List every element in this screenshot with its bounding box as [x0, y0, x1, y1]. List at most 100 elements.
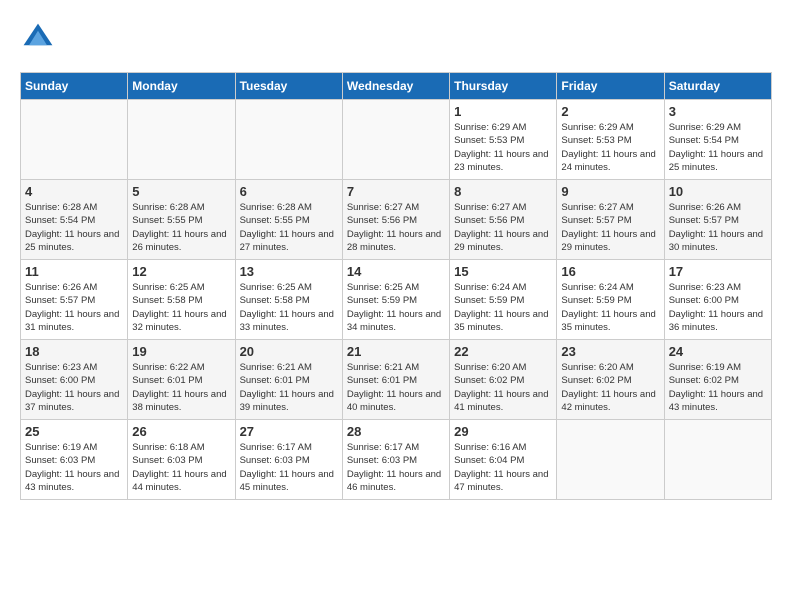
calendar-week-4: 25 Sunrise: 6:19 AMSunset: 6:03 PMDayligh… [21, 420, 772, 500]
page-header [20, 20, 772, 56]
day-info: Sunrise: 6:25 AMSunset: 5:59 PMDaylight:… [347, 281, 445, 334]
calendar-cell: 17 Sunrise: 6:23 AMSunset: 6:00 PMDayligh… [664, 260, 771, 340]
column-header-wednesday: Wednesday [342, 73, 449, 100]
calendar-cell [235, 100, 342, 180]
day-number: 26 [132, 424, 230, 439]
logo [20, 20, 62, 56]
day-info: Sunrise: 6:20 AMSunset: 6:02 PMDaylight:… [561, 361, 659, 414]
day-number: 28 [347, 424, 445, 439]
day-number: 17 [669, 264, 767, 279]
day-number: 3 [669, 104, 767, 119]
day-number: 9 [561, 184, 659, 199]
day-number: 25 [25, 424, 123, 439]
calendar-cell: 4 Sunrise: 6:28 AMSunset: 5:54 PMDaylight… [21, 180, 128, 260]
day-info: Sunrise: 6:20 AMSunset: 6:02 PMDaylight:… [454, 361, 552, 414]
calendar-cell: 28 Sunrise: 6:17 AMSunset: 6:03 PMDayligh… [342, 420, 449, 500]
day-number: 4 [25, 184, 123, 199]
day-info: Sunrise: 6:24 AMSunset: 5:59 PMDaylight:… [454, 281, 552, 334]
calendar-cell: 5 Sunrise: 6:28 AMSunset: 5:55 PMDaylight… [128, 180, 235, 260]
day-info: Sunrise: 6:27 AMSunset: 5:56 PMDaylight:… [347, 201, 445, 254]
day-info: Sunrise: 6:26 AMSunset: 5:57 PMDaylight:… [25, 281, 123, 334]
column-header-monday: Monday [128, 73, 235, 100]
day-info: Sunrise: 6:21 AMSunset: 6:01 PMDaylight:… [240, 361, 338, 414]
day-number: 13 [240, 264, 338, 279]
day-info: Sunrise: 6:24 AMSunset: 5:59 PMDaylight:… [561, 281, 659, 334]
calendar-cell: 8 Sunrise: 6:27 AMSunset: 5:56 PMDaylight… [450, 180, 557, 260]
day-info: Sunrise: 6:17 AMSunset: 6:03 PMDaylight:… [240, 441, 338, 494]
day-number: 5 [132, 184, 230, 199]
calendar-cell [557, 420, 664, 500]
calendar-cell: 29 Sunrise: 6:16 AMSunset: 6:04 PMDayligh… [450, 420, 557, 500]
day-number: 29 [454, 424, 552, 439]
day-number: 21 [347, 344, 445, 359]
calendar-cell: 3 Sunrise: 6:29 AMSunset: 5:54 PMDaylight… [664, 100, 771, 180]
day-info: Sunrise: 6:18 AMSunset: 6:03 PMDaylight:… [132, 441, 230, 494]
day-number: 16 [561, 264, 659, 279]
day-number: 11 [25, 264, 123, 279]
header-row: SundayMondayTuesdayWednesdayThursdayFrid… [21, 73, 772, 100]
day-number: 1 [454, 104, 552, 119]
column-header-thursday: Thursday [450, 73, 557, 100]
calendar-cell [342, 100, 449, 180]
day-info: Sunrise: 6:29 AMSunset: 5:53 PMDaylight:… [454, 121, 552, 174]
calendar-cell: 1 Sunrise: 6:29 AMSunset: 5:53 PMDaylight… [450, 100, 557, 180]
calendar-body: 1 Sunrise: 6:29 AMSunset: 5:53 PMDaylight… [21, 100, 772, 500]
day-info: Sunrise: 6:29 AMSunset: 5:53 PMDaylight:… [561, 121, 659, 174]
calendar-table: SundayMondayTuesdayWednesdayThursdayFrid… [20, 72, 772, 500]
calendar-week-2: 11 Sunrise: 6:26 AMSunset: 5:57 PMDayligh… [21, 260, 772, 340]
calendar-cell: 16 Sunrise: 6:24 AMSunset: 5:59 PMDayligh… [557, 260, 664, 340]
day-info: Sunrise: 6:23 AMSunset: 6:00 PMDaylight:… [25, 361, 123, 414]
column-header-sunday: Sunday [21, 73, 128, 100]
calendar-cell: 21 Sunrise: 6:21 AMSunset: 6:01 PMDayligh… [342, 340, 449, 420]
calendar-header: SundayMondayTuesdayWednesdayThursdayFrid… [21, 73, 772, 100]
day-number: 15 [454, 264, 552, 279]
calendar-cell: 7Sunrise: 6:27 AMSunset: 5:56 PMDaylight… [342, 180, 449, 260]
day-info: Sunrise: 6:26 AMSunset: 5:57 PMDaylight:… [669, 201, 767, 254]
day-number: 8 [454, 184, 552, 199]
calendar-cell: 23 Sunrise: 6:20 AMSunset: 6:02 PMDayligh… [557, 340, 664, 420]
calendar-cell: 10 Sunrise: 6:26 AMSunset: 5:57 PMDayligh… [664, 180, 771, 260]
calendar-cell: 18 Sunrise: 6:23 AMSunset: 6:00 PMDayligh… [21, 340, 128, 420]
day-number: 12 [132, 264, 230, 279]
day-number: 14 [347, 264, 445, 279]
day-info: Sunrise: 6:22 AMSunset: 6:01 PMDaylight:… [132, 361, 230, 414]
day-info: Sunrise: 6:17 AMSunset: 6:03 PMDaylight:… [347, 441, 445, 494]
column-header-friday: Friday [557, 73, 664, 100]
calendar-cell: 20 Sunrise: 6:21 AMSunset: 6:01 PMDayligh… [235, 340, 342, 420]
day-number: 23 [561, 344, 659, 359]
calendar-cell: 25 Sunrise: 6:19 AMSunset: 6:03 PMDayligh… [21, 420, 128, 500]
day-info: Sunrise: 6:29 AMSunset: 5:54 PMDaylight:… [669, 121, 767, 174]
calendar-cell: 15 Sunrise: 6:24 AMSunset: 5:59 PMDayligh… [450, 260, 557, 340]
calendar-cell: 6 Sunrise: 6:28 AMSunset: 5:55 PMDaylight… [235, 180, 342, 260]
calendar-week-3: 18 Sunrise: 6:23 AMSunset: 6:00 PMDayligh… [21, 340, 772, 420]
day-number: 6 [240, 184, 338, 199]
column-header-saturday: Saturday [664, 73, 771, 100]
calendar-cell: 13 Sunrise: 6:25 AMSunset: 5:58 PMDayligh… [235, 260, 342, 340]
calendar-cell: 27 Sunrise: 6:17 AMSunset: 6:03 PMDayligh… [235, 420, 342, 500]
calendar-cell [128, 100, 235, 180]
day-number: 20 [240, 344, 338, 359]
day-info: Sunrise: 6:21 AMSunset: 6:01 PMDaylight:… [347, 361, 445, 414]
calendar-cell: 19Sunrise: 6:22 AMSunset: 6:01 PMDayligh… [128, 340, 235, 420]
day-info: Sunrise: 6:25 AMSunset: 5:58 PMDaylight:… [132, 281, 230, 334]
calendar-week-1: 4 Sunrise: 6:28 AMSunset: 5:54 PMDaylight… [21, 180, 772, 260]
day-number: 18 [25, 344, 123, 359]
calendar-cell [664, 420, 771, 500]
calendar-cell: 9Sunrise: 6:27 AMSunset: 5:57 PMDaylight… [557, 180, 664, 260]
day-info: Sunrise: 6:27 AMSunset: 5:56 PMDaylight:… [454, 201, 552, 254]
day-info: Sunrise: 6:28 AMSunset: 5:54 PMDaylight:… [25, 201, 123, 254]
calendar-cell: 14 Sunrise: 6:25 AMSunset: 5:59 PMDayligh… [342, 260, 449, 340]
calendar-week-0: 1 Sunrise: 6:29 AMSunset: 5:53 PMDaylight… [21, 100, 772, 180]
day-number: 22 [454, 344, 552, 359]
day-number: 10 [669, 184, 767, 199]
day-info: Sunrise: 6:28 AMSunset: 5:55 PMDaylight:… [132, 201, 230, 254]
day-info: Sunrise: 6:28 AMSunset: 5:55 PMDaylight:… [240, 201, 338, 254]
day-number: 27 [240, 424, 338, 439]
day-number: 2 [561, 104, 659, 119]
day-info: Sunrise: 6:23 AMSunset: 6:00 PMDaylight:… [669, 281, 767, 334]
day-info: Sunrise: 6:25 AMSunset: 5:58 PMDaylight:… [240, 281, 338, 334]
calendar-cell: 24Sunrise: 6:19 AMSunset: 6:02 PMDayligh… [664, 340, 771, 420]
day-info: Sunrise: 6:16 AMSunset: 6:04 PMDaylight:… [454, 441, 552, 494]
column-header-tuesday: Tuesday [235, 73, 342, 100]
day-info: Sunrise: 6:19 AMSunset: 6:03 PMDaylight:… [25, 441, 123, 494]
